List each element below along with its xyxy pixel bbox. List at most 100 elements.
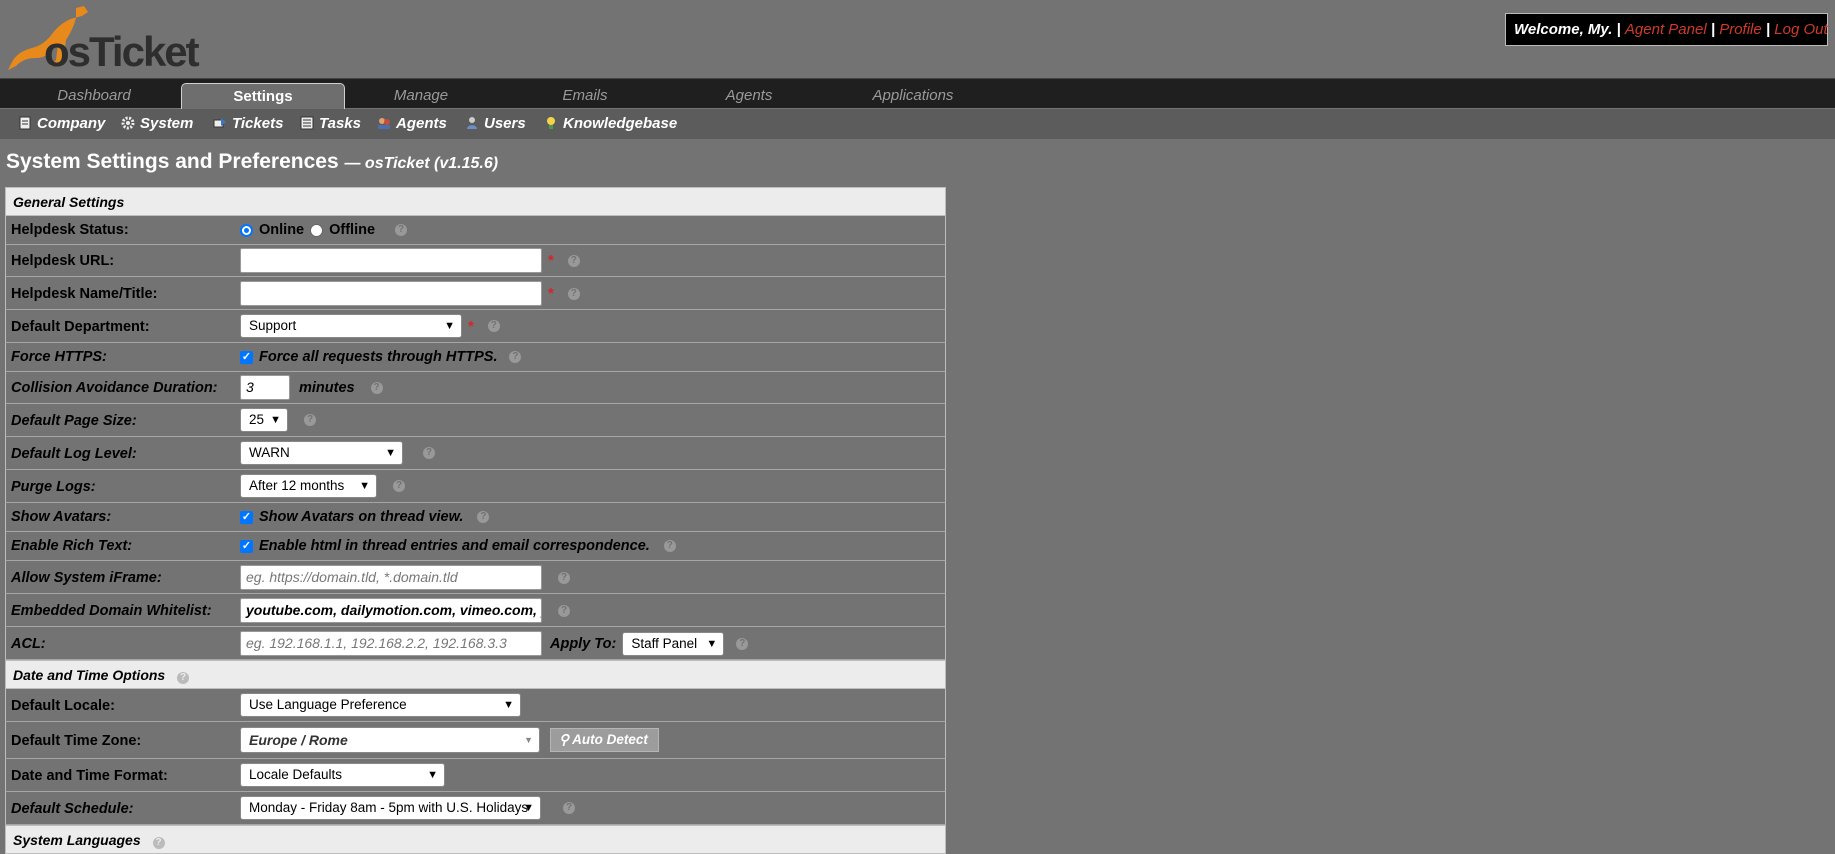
row-collision-avoidance: Collision Avoidance Duration: 3 minutes … bbox=[5, 372, 946, 404]
field-label: ACL: bbox=[11, 636, 46, 652]
section-title: General Settings bbox=[13, 194, 125, 210]
subnav-tickets[interactable]: Tickets bbox=[213, 109, 283, 139]
row-date-time-format: Date and Time Format: Locale Defaults ▼ bbox=[5, 759, 946, 792]
help-icon[interactable]: ? bbox=[563, 802, 575, 814]
map-pin-icon: ⚲ bbox=[559, 732, 569, 747]
field-label: Embedded Domain Whitelist: bbox=[11, 603, 212, 619]
separator: | bbox=[1765, 21, 1771, 38]
show-avatars-checkbox[interactable]: ✓ bbox=[240, 510, 253, 524]
time-zone-select[interactable]: Europe / Rome ▼ bbox=[240, 727, 540, 753]
rich-text-checkbox[interactable]: ✓ bbox=[240, 539, 253, 553]
help-icon[interactable]: ? bbox=[736, 637, 749, 650]
purge-logs-select[interactable]: After 12 months ▼ bbox=[240, 474, 377, 498]
unit-label: minutes bbox=[299, 379, 355, 396]
tab-settings[interactable]: Settings bbox=[181, 83, 345, 110]
apply-to-select[interactable]: Staff Panel ▼ bbox=[622, 631, 725, 656]
tab-applications[interactable]: Applications bbox=[831, 79, 995, 109]
field-label: Collision Avoidance Duration: bbox=[11, 380, 218, 396]
list-icon bbox=[300, 116, 314, 130]
subnav-system[interactable]: System bbox=[121, 109, 193, 139]
chevron-down-icon: ▼ bbox=[524, 735, 533, 745]
tab-emails[interactable]: Emails bbox=[503, 79, 667, 109]
row-log-level: Default Log Level: WARN ▼ ? bbox=[5, 437, 946, 470]
row-default-locale: Default Locale: Use Language Preference ▼ bbox=[5, 689, 946, 722]
row-show-avatars: Show Avatars: ✓ Show Avatars on thread v… bbox=[5, 503, 946, 532]
iframe-input[interactable]: eg. https://domain.tld, *.domain.tld bbox=[240, 565, 542, 590]
offline-radio[interactable] bbox=[310, 223, 324, 237]
osticket-logo[interactable]: osTicket bbox=[6, 4, 206, 76]
field-label: Purge Logs: bbox=[11, 479, 96, 495]
help-icon[interactable]: ? bbox=[370, 381, 383, 394]
row-domain-whitelist: Embedded Domain Whitelist: youtube.com, … bbox=[5, 594, 946, 627]
select-value: Europe / Rome bbox=[249, 732, 348, 748]
help-icon[interactable]: ? bbox=[152, 837, 165, 849]
helpdesk-name-input[interactable] bbox=[240, 281, 542, 306]
help-icon[interactable]: ? bbox=[558, 571, 570, 584]
subnav-label: Tickets bbox=[232, 115, 284, 132]
force-https-checkbox[interactable]: ✓ bbox=[240, 350, 253, 364]
field-label: Force HTTPS: bbox=[11, 349, 107, 365]
acl-input[interactable]: eg. 192.168.1.1, 192.168.2.2, 192.168.3.… bbox=[240, 631, 542, 656]
page-title: System Settings and Preferences — osTick… bbox=[6, 150, 498, 174]
collision-duration-input[interactable]: 3 bbox=[240, 375, 290, 400]
tab-manage[interactable]: Manage bbox=[339, 79, 503, 109]
help-icon[interactable]: ? bbox=[487, 320, 500, 332]
field-label: Default Schedule: bbox=[11, 801, 134, 817]
help-icon[interactable]: ? bbox=[663, 540, 676, 552]
select-value: Monday - Friday 8am - 5pm with U.S. Holi… bbox=[249, 800, 529, 815]
profile-link[interactable]: Profile bbox=[1719, 21, 1762, 38]
help-icon[interactable]: ? bbox=[177, 672, 190, 684]
default-schedule-select[interactable]: Monday - Friday 8am - 5pm with U.S. Holi… bbox=[240, 796, 541, 820]
subnav-tasks[interactable]: Tasks bbox=[300, 109, 361, 139]
row-acl: ACL: eg. 192.168.1.1, 192.168.2.2, 192.1… bbox=[5, 627, 946, 660]
subnav-label: Agents bbox=[396, 115, 447, 132]
field-label: Enable Rich Text: bbox=[11, 538, 133, 554]
subnav-label: Tasks bbox=[319, 115, 361, 132]
field-label: Helpdesk Status: bbox=[11, 222, 129, 238]
subnav-company[interactable]: Company bbox=[18, 109, 105, 139]
help-icon[interactable]: ? bbox=[509, 351, 522, 363]
subnav-knowledgebase[interactable]: Knowledgebase bbox=[544, 109, 677, 139]
help-icon[interactable]: ? bbox=[567, 287, 580, 300]
section-date-time-options: Date and Time Options ? bbox=[5, 660, 946, 689]
default-locale-select[interactable]: Use Language Preference ▼ bbox=[240, 693, 521, 717]
help-icon[interactable]: ? bbox=[423, 447, 435, 459]
help-icon[interactable]: ? bbox=[567, 254, 580, 267]
row-helpdesk-url: Helpdesk URL: * ? bbox=[5, 245, 946, 277]
domain-whitelist-input[interactable]: youtube.com, dailymotion.com, vimeo.com,… bbox=[240, 598, 542, 623]
field-label: Default Time Zone: bbox=[11, 733, 142, 749]
subnav-users[interactable]: Users bbox=[465, 109, 526, 139]
help-icon[interactable]: ? bbox=[558, 604, 570, 617]
required-marker: * bbox=[548, 285, 554, 302]
help-icon[interactable]: ? bbox=[477, 511, 490, 523]
logo-wordmark: osTicket bbox=[44, 28, 200, 75]
online-label: Online bbox=[259, 222, 305, 238]
row-default-time-zone: Default Time Zone: Europe / Rome ▼ ⚲ Auto… bbox=[5, 722, 946, 759]
gear-icon bbox=[121, 116, 135, 130]
field-label: Helpdesk Name/Title: bbox=[11, 286, 158, 302]
chevron-down-icon: ▼ bbox=[503, 699, 514, 711]
help-icon[interactable]: ? bbox=[395, 224, 408, 236]
separator: | bbox=[1616, 21, 1621, 38]
tab-agents[interactable]: Agents bbox=[667, 79, 831, 109]
subnav-agents[interactable]: Agents bbox=[377, 109, 447, 139]
auto-detect-button[interactable]: ⚲ Auto Detect bbox=[550, 728, 659, 752]
online-radio[interactable] bbox=[240, 223, 253, 237]
page-size-select[interactable]: 25 ▼ bbox=[240, 408, 288, 432]
row-enable-rich-text: Enable Rich Text: ✓ Enable html in threa… bbox=[5, 532, 946, 561]
log-level-select[interactable]: WARN ▼ bbox=[240, 441, 403, 465]
select-value: 25 bbox=[249, 412, 265, 427]
field-label: Helpdesk URL: bbox=[11, 253, 115, 269]
agent-panel-link[interactable]: Agent Panel bbox=[1625, 21, 1707, 38]
button-label: Auto Detect bbox=[572, 732, 648, 747]
help-icon[interactable]: ? bbox=[393, 480, 405, 492]
default-department-select[interactable]: Support ▼ bbox=[240, 314, 462, 338]
separator: | bbox=[1710, 21, 1716, 38]
date-format-select[interactable]: Locale Defaults ▼ bbox=[240, 763, 445, 787]
helpdesk-url-input[interactable] bbox=[240, 248, 542, 273]
help-icon[interactable]: ? bbox=[304, 414, 316, 426]
logout-link[interactable]: Log Out bbox=[1774, 21, 1827, 38]
tab-dashboard[interactable]: Dashboard bbox=[12, 79, 176, 109]
required-marker: * bbox=[468, 317, 474, 335]
select-value: Support bbox=[249, 318, 297, 333]
